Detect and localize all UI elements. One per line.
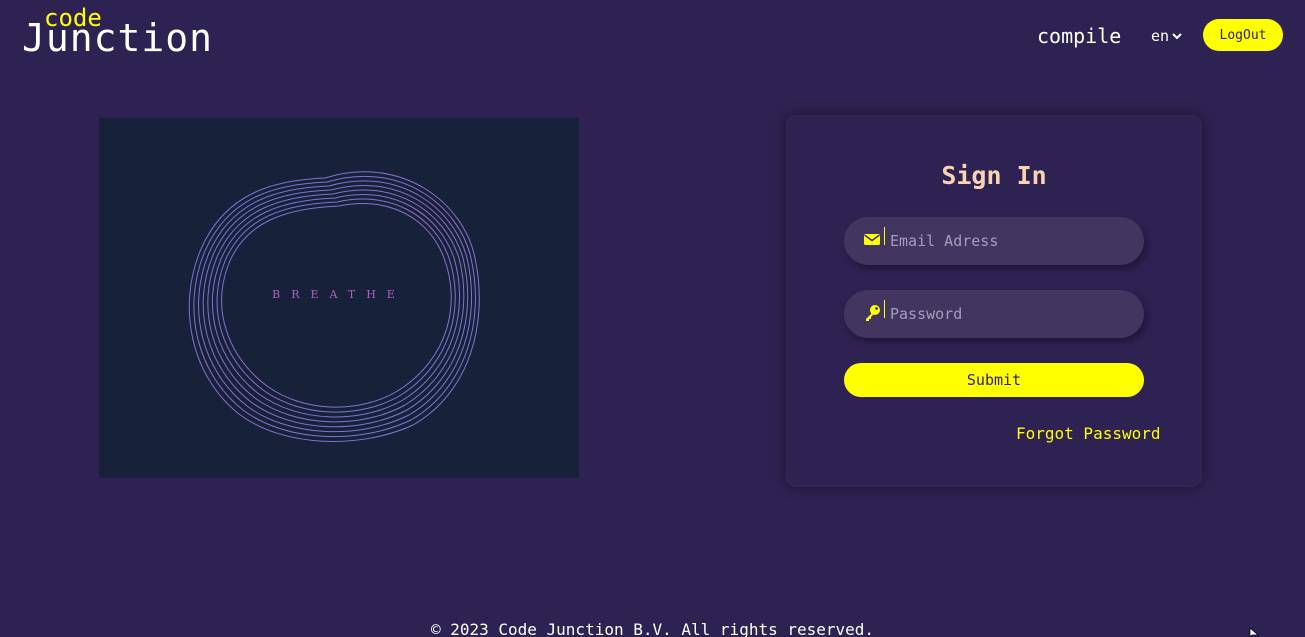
signin-card: Sign In Submit Forgot Password	[786, 115, 1202, 487]
text-caret	[884, 300, 885, 318]
logo-junction-text: Junction	[22, 16, 214, 60]
email-field[interactable]	[844, 217, 1144, 265]
logo[interactable]: code Junction	[22, 6, 222, 58]
chevron-down-icon	[1172, 33, 1182, 40]
forgot-password-link[interactable]: Forgot Password	[1016, 424, 1161, 444]
breathe-artwork: BREATHE	[99, 118, 579, 478]
signin-title: Sign In	[941, 161, 1047, 190]
key-icon	[866, 305, 880, 321]
envelope-icon	[864, 234, 880, 245]
mouse-cursor-icon	[1249, 628, 1259, 637]
password-input[interactable]	[890, 290, 1130, 338]
submit-button[interactable]: Submit	[844, 363, 1144, 397]
text-caret	[884, 227, 885, 245]
footer-copyright: © 2023 Code Junction B.V. All rights res…	[430, 620, 875, 637]
language-selector[interactable]: en	[1151, 27, 1182, 45]
password-field[interactable]	[844, 290, 1144, 338]
artwork-word: BREATHE	[272, 288, 406, 301]
nav-compile-link[interactable]: compile	[1037, 24, 1121, 48]
logout-button[interactable]: LogOut	[1203, 19, 1283, 51]
email-input[interactable]	[890, 217, 1130, 265]
language-label: en	[1151, 27, 1170, 45]
page: code Junction compile en LogOut BREATHE …	[0, 0, 1305, 637]
